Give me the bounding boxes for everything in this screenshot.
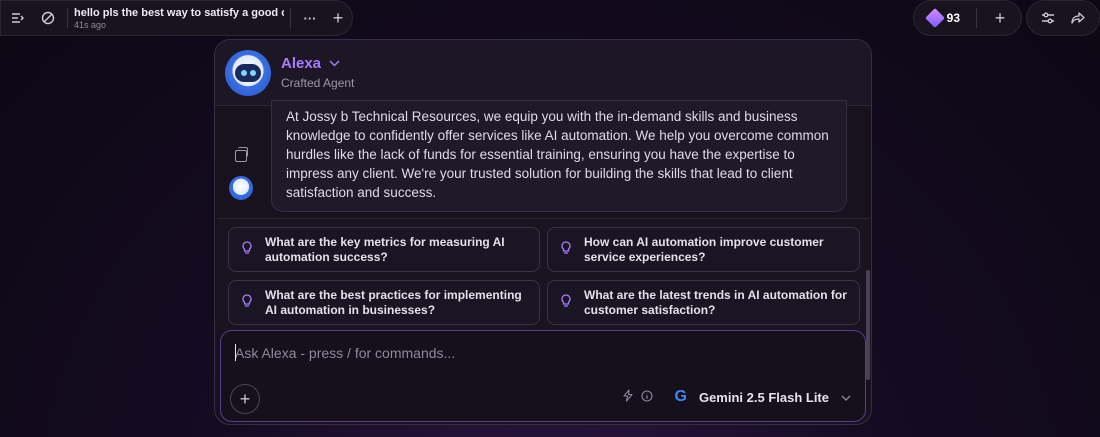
message-composer: + G Gemini 2.5 Flash Lite (220, 330, 866, 422)
conversation-topbar: hello pls the best way to satisfy a good… (0, 0, 353, 36)
agent-header: Alexa Crafted Agent (215, 40, 871, 106)
text-caret (235, 344, 236, 361)
message-input[interactable] (235, 342, 835, 364)
robot-face-icon (235, 63, 261, 82)
model-selector[interactable]: Gemini 2.5 Flash Lite (699, 390, 829, 405)
divider (290, 8, 291, 28)
plus-icon[interactable]: + (987, 5, 1013, 31)
lightbulb-icon (560, 294, 574, 311)
settings-sliders-icon[interactable] (1035, 5, 1061, 31)
lightbulb-icon (241, 241, 255, 258)
add-icon[interactable]: + (325, 5, 351, 31)
google-logo-icon: G (674, 388, 687, 405)
lightning-icon[interactable] (622, 389, 633, 405)
agent-meta: Alexa Crafted Agent (281, 55, 354, 90)
share-icon[interactable] (1065, 5, 1091, 31)
composer-tools: G Gemini 2.5 Flash Lite (622, 388, 852, 406)
suggestion-chip[interactable]: How can AI automation improve customer s… (547, 227, 860, 272)
suggestion-text: How can AI automation improve customer s… (584, 234, 824, 264)
message-avatar (229, 176, 253, 200)
conversation-time: 41s ago (74, 19, 107, 30)
ban-icon[interactable] (35, 5, 61, 31)
suggestion-chip[interactable]: What are the key metrics for measuring A… (228, 227, 540, 272)
more-options-icon[interactable]: ··· (297, 5, 323, 31)
credits-button[interactable]: 93 (922, 8, 966, 28)
add-attachment-button[interactable]: + (230, 384, 260, 414)
suggestion-text: What are the key metrics for measuring A… (265, 234, 505, 264)
lightbulb-icon (241, 294, 255, 311)
info-icon[interactable] (640, 389, 653, 405)
divider (976, 8, 977, 28)
suggestion-chip[interactable]: What are the best practices for implemen… (228, 280, 540, 325)
suggestion-text: What are the latest trends in AI automat… (584, 287, 847, 317)
sidebar-toggle-icon[interactable] (5, 5, 31, 31)
assistant-message: At Jossy b Technical Resources, we equip… (271, 100, 847, 212)
agent-avatar (225, 49, 271, 96)
lightbulb-icon (560, 241, 574, 258)
actions-group (1026, 0, 1100, 36)
conversation-title: hello pls the best way to satisfy a good… (74, 6, 284, 19)
suggestion-chip[interactable]: What are the latest trends in AI automat… (547, 280, 860, 325)
message-actions (229, 147, 253, 200)
copy-icon[interactable] (235, 147, 248, 162)
chevron-down-icon[interactable] (841, 390, 851, 404)
conversation-info[interactable]: hello pls the best way to satisfy a good… (74, 7, 284, 30)
suggestion-text: What are the best practices for implemen… (265, 287, 522, 317)
divider (67, 8, 68, 28)
topbar-right: 93 + (912, 0, 1100, 36)
credits-gem-icon (924, 8, 945, 28)
agent-subtitle: Crafted Agent (281, 76, 355, 90)
chat-panel: Alexa Crafted Agent At Jossy b Technical… (214, 39, 872, 425)
credits-count: 93 (946, 11, 960, 25)
chevron-down-icon (329, 58, 340, 70)
credits-group: 93 + (912, 0, 1022, 36)
agent-selector[interactable]: Alexa (281, 55, 354, 72)
scrollbar[interactable] (866, 270, 870, 380)
suggestions: What are the key metrics for measuring A… (217, 218, 869, 330)
agent-name: Alexa (281, 55, 322, 72)
